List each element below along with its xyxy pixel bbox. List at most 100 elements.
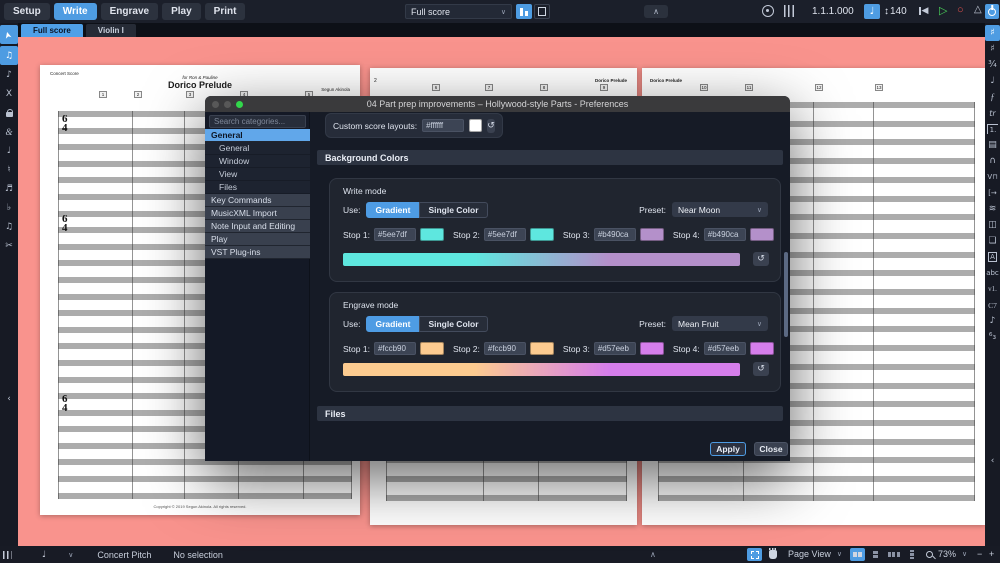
key-signatures-panel-button[interactable]: ♯ [985, 41, 1000, 57]
write-stop4-input[interactable] [704, 228, 746, 241]
write-stop3-input[interactable] [594, 228, 636, 241]
write-stop2-swatch[interactable] [530, 228, 554, 241]
midi-power-button[interactable] [985, 4, 999, 19]
engrave-stop1-swatch[interactable] [420, 342, 444, 355]
tempo-display[interactable]: ↕ 140 [884, 6, 907, 17]
mode-tab-write[interactable]: Write [54, 3, 97, 20]
close-button[interactable]: Close [754, 442, 788, 456]
chevron-down-icon[interactable]: ∨ [68, 551, 73, 559]
engrave-stop3-input[interactable] [594, 342, 636, 355]
write-preset-dropdown[interactable]: Near Moon ∨ [672, 202, 768, 217]
tab-violin-1[interactable]: Violin I [86, 24, 136, 37]
vertical-strip-button[interactable] [904, 548, 919, 561]
zoom-out-button[interactable]: − [977, 549, 982, 559]
accidental-button[interactable]: ♭ [0, 198, 18, 217]
repeats-panel-button[interactable]: 1. [985, 121, 1000, 137]
close-window-icon[interactable] [212, 101, 219, 108]
mixer-button[interactable] [784, 5, 794, 17]
right-panel-toggle[interactable]: ‹ [985, 451, 1000, 470]
marquee-tool-button[interactable] [747, 548, 762, 561]
engrave-gradient-preview[interactable] [343, 363, 740, 376]
vertical-pages-button[interactable] [868, 548, 883, 561]
mode-tab-print[interactable]: Print [205, 3, 246, 20]
category-musicxml-import[interactable]: MusicXML Import [205, 207, 310, 220]
text-panel-button[interactable]: A [985, 249, 1000, 265]
write-stop1-swatch[interactable] [420, 228, 444, 241]
lock-duration-button[interactable] [0, 103, 18, 122]
tab-full-score[interactable]: Full score [21, 24, 83, 37]
dialog-titlebar[interactable]: 04 Part prep improvements – Hollywood-st… [205, 96, 790, 112]
left-panel-toggle[interactable]: ‹ [0, 389, 18, 408]
techniques-panel-button[interactable]: [→ [985, 185, 1000, 201]
mode-tab-setup[interactable]: Setup [4, 3, 50, 20]
category-search-input[interactable] [209, 115, 306, 128]
record-button[interactable]: ○ [957, 4, 964, 16]
input-devices-button[interactable] [3, 551, 12, 559]
rhythmic-grid-selector[interactable]: ♩ [42, 550, 46, 560]
chord-symbols-panel-button[interactable]: C7 [985, 297, 1000, 313]
rewind-button[interactable]: ◀ [919, 5, 928, 16]
category-key-commands[interactable]: Key Commands [205, 194, 310, 207]
note-input-button[interactable]: ♫ [0, 46, 18, 65]
write-stop1-input[interactable] [374, 228, 416, 241]
grace-note-button[interactable]: ♪ [0, 65, 18, 84]
category-play[interactable]: Play [205, 233, 310, 246]
concert-pitch-label[interactable]: Concert Pitch [97, 550, 151, 560]
background-colors-header[interactable]: Background Colors [317, 150, 783, 165]
minimize-window-icon[interactable] [224, 101, 231, 108]
engrave-stop2-input[interactable] [484, 342, 526, 355]
clef-tool-button[interactable]: & [0, 122, 18, 141]
cues-panel-button[interactable]: ◫ [985, 217, 1000, 233]
lower-zone-toggle[interactable]: ∧ [650, 550, 656, 559]
engrave-preset-dropdown[interactable]: Mean Fruit ∨ [672, 316, 768, 331]
metronome-button[interactable]: △ [974, 4, 982, 15]
mode-tab-play[interactable]: Play [162, 3, 201, 20]
play-button[interactable]: ▷ [939, 4, 947, 17]
files-section-header[interactable]: Files [317, 406, 783, 421]
video-button[interactable] [762, 5, 774, 17]
write-stop3-swatch[interactable] [640, 228, 664, 241]
lyrics-panel-button[interactable]: abc [985, 265, 1000, 281]
beam-button[interactable]: ♫ [0, 217, 18, 236]
engrave-stop1-input[interactable] [374, 342, 416, 355]
view-type-selector[interactable]: Page View ∨ [788, 549, 842, 559]
engrave-stop2-swatch[interactable] [530, 342, 554, 355]
spread-view-button[interactable] [850, 548, 865, 561]
subcategory-general[interactable]: General [205, 142, 310, 155]
dialog-scrollbar[interactable] [784, 252, 788, 337]
zoom-window-icon[interactable] [236, 101, 243, 108]
subcategory-files[interactable]: Files [205, 181, 310, 194]
clefs-panel-button[interactable]: ♯ [985, 25, 1000, 41]
custom-score-layouts-hex-input[interactable] [422, 119, 464, 132]
figured-bass-panel-button[interactable]: ⁶₃ [985, 329, 1000, 345]
write-gradient-button[interactable]: Gradient [366, 202, 419, 218]
toolbar-collapse-button[interactable]: ∧ [644, 5, 668, 18]
zoom-tool-button[interactable] [926, 551, 933, 558]
engrave-gradient-button[interactable]: Gradient [366, 316, 419, 332]
zoom-level-selector[interactable]: 73% ∨ [938, 549, 967, 559]
write-gradient-reset-button[interactable]: ↺ [753, 252, 769, 266]
time-signatures-panel-button[interactable]: ¾ [985, 57, 1000, 73]
tempo-unit-button[interactable]: ♩ [864, 4, 880, 19]
write-stop2-input[interactable] [484, 228, 526, 241]
tempo-panel-button[interactable]: ♩ [985, 73, 1000, 89]
engrave-stop4-swatch[interactable] [750, 342, 774, 355]
bars-panel-button[interactable]: ▤ [985, 137, 1000, 153]
duration-button[interactable]: ♩ [0, 141, 18, 160]
ornaments-panel-button[interactable]: tr [985, 105, 1000, 121]
zoom-in-button[interactable]: + [989, 549, 994, 559]
custom-score-layouts-swatch[interactable] [469, 119, 482, 132]
playing-panel-button[interactable]: v1. [985, 281, 1000, 297]
holds-panel-button[interactable]: ∩ [985, 153, 1000, 169]
layout-selector[interactable]: Full score ∨ [405, 4, 512, 19]
scissors-button[interactable]: ✂ [0, 236, 18, 255]
engrave-gradient-reset-button[interactable]: ↺ [753, 362, 769, 376]
bowing-panel-button[interactable]: V⊓ [985, 169, 1000, 185]
write-gradient-preview[interactable] [343, 253, 740, 266]
page-view-button[interactable] [534, 4, 550, 19]
category-note-input[interactable]: Note Input and Editing [205, 220, 310, 233]
mode-tab-engrave[interactable]: Engrave [101, 3, 158, 20]
voice-button[interactable]: Χ [0, 84, 18, 103]
write-stop4-swatch[interactable] [750, 228, 774, 241]
category-general[interactable]: General [205, 129, 310, 142]
